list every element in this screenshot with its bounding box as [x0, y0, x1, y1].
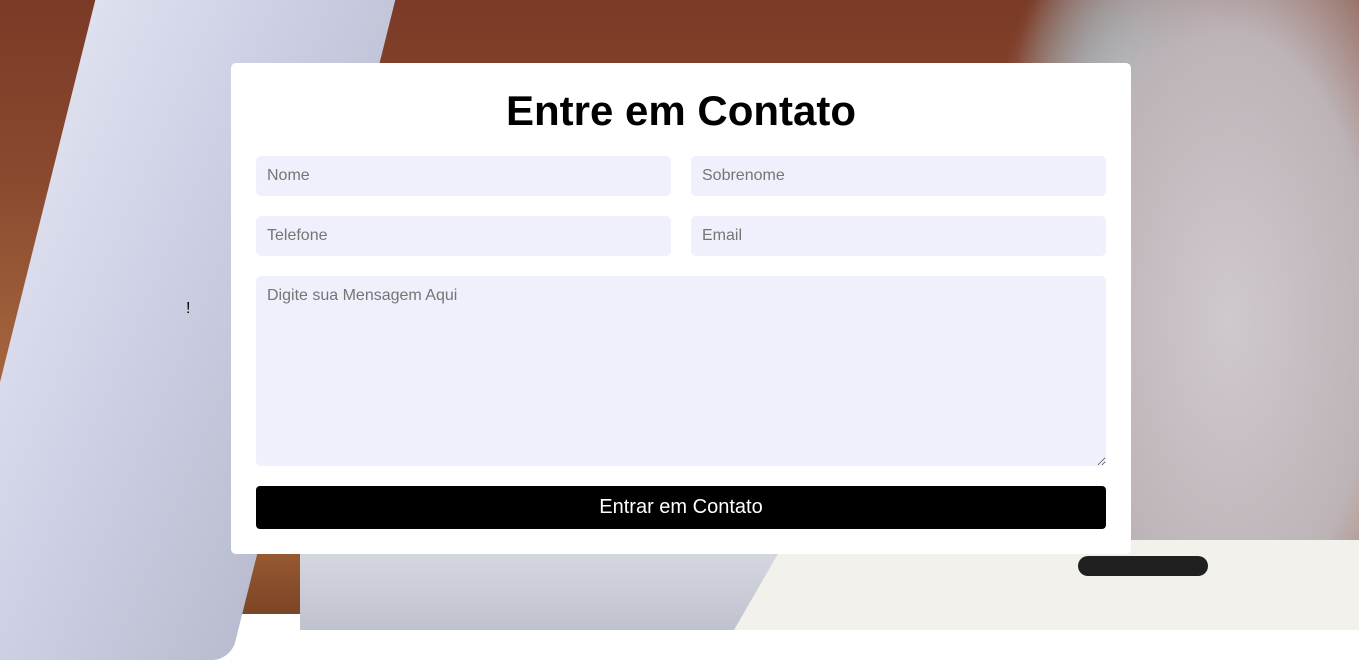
last-name-input[interactable] [691, 156, 1106, 196]
pen-image [1078, 556, 1208, 576]
message-textarea[interactable] [256, 276, 1106, 466]
name-row [256, 156, 1106, 196]
stray-marker-text: ! [186, 300, 191, 317]
submit-button[interactable]: Entrar em Contato [256, 486, 1106, 529]
form-title: Entre em Contato [505, 87, 857, 134]
phone-input[interactable] [256, 216, 671, 256]
contact-row [256, 216, 1106, 256]
first-name-input[interactable] [256, 156, 671, 196]
email-input[interactable] [691, 216, 1106, 256]
contact-form-card: Entre em Contato Entrar em Contato [231, 63, 1131, 554]
